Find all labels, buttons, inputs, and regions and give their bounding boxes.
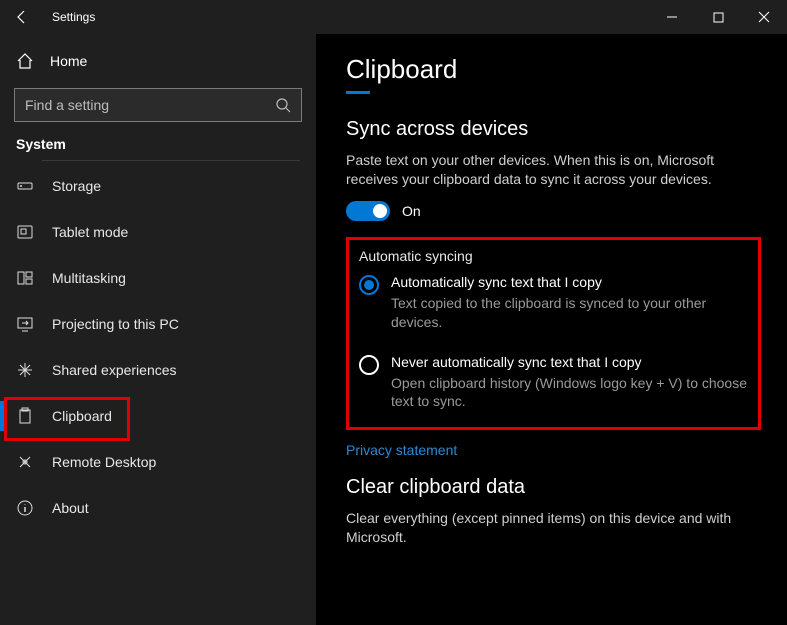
clear-heading: Clear clipboard data (346, 476, 761, 499)
window-title: Settings (44, 10, 95, 24)
sidebar-item-label: About (52, 500, 89, 516)
page-title: Clipboard (346, 54, 761, 85)
radio-label: Never automatically sync text that I cop… (391, 354, 748, 370)
radio-hint: Open clipboard history (Windows logo key… (391, 374, 748, 412)
sync-description: Paste text on your other devices. When t… (346, 151, 761, 189)
auto-sync-heading: Automatic syncing (359, 248, 748, 264)
sidebar-item-label: Clipboard (52, 408, 112, 424)
sidebar-section-label: System (0, 136, 316, 160)
radio-icon (359, 355, 379, 375)
sidebar-item-multitasking[interactable]: Multitasking (0, 255, 316, 301)
home-label: Home (50, 53, 87, 69)
title-underline (346, 91, 370, 94)
clipboard-icon (16, 407, 34, 425)
about-icon (16, 499, 34, 517)
annotation-highlight-autosync: Automatic syncing Automatically sync tex… (346, 237, 761, 431)
sidebar-item-clipboard[interactable]: Clipboard (0, 393, 316, 439)
search-input[interactable]: Find a setting (14, 88, 302, 122)
home-nav[interactable]: Home (0, 42, 316, 80)
clear-description: Clear everything (except pinned items) o… (346, 509, 761, 547)
sidebar-item-tablet-mode[interactable]: Tablet mode (0, 209, 316, 255)
radio-never-sync[interactable]: Never automatically sync text that I cop… (359, 354, 748, 412)
sync-toggle[interactable] (346, 201, 390, 221)
sidebar-item-projecting[interactable]: Projecting to this PC (0, 301, 316, 347)
back-button[interactable] (0, 0, 44, 34)
sidebar-item-label: Projecting to this PC (52, 316, 179, 332)
titlebar: Settings (0, 0, 787, 34)
sidebar-item-label: Shared experiences (52, 362, 177, 378)
sidebar-item-remote-desktop[interactable]: Remote Desktop (0, 439, 316, 485)
sidebar-item-storage[interactable]: Storage (0, 163, 316, 209)
multitask-icon (16, 269, 34, 287)
sidebar: Home Find a setting System Storage Table… (0, 34, 316, 625)
storage-icon (16, 177, 34, 195)
search-icon (275, 97, 291, 113)
remote-icon (16, 453, 34, 471)
sidebar-item-label: Remote Desktop (52, 454, 156, 470)
content-pane: Clipboard Sync across devices Paste text… (316, 34, 787, 625)
radio-hint: Text copied to the clipboard is synced t… (391, 294, 748, 332)
sidebar-item-label: Storage (52, 178, 101, 194)
shared-icon (16, 361, 34, 379)
sidebar-item-label: Tablet mode (52, 224, 128, 240)
maximize-button[interactable] (695, 0, 741, 34)
minimize-button[interactable] (649, 0, 695, 34)
radio-label: Automatically sync text that I copy (391, 274, 748, 290)
tablet-icon (16, 223, 34, 241)
close-button[interactable] (741, 0, 787, 34)
sync-toggle-state: On (402, 203, 421, 219)
sync-heading: Sync across devices (346, 118, 761, 141)
radio-icon (359, 275, 379, 295)
privacy-link[interactable]: Privacy statement (346, 442, 457, 458)
home-icon (16, 52, 34, 70)
sidebar-item-about[interactable]: About (0, 485, 316, 531)
sidebar-item-shared-experiences[interactable]: Shared experiences (0, 347, 316, 393)
search-placeholder: Find a setting (25, 97, 275, 113)
radio-auto-sync[interactable]: Automatically sync text that I copy Text… (359, 274, 748, 332)
projecting-icon (16, 315, 34, 333)
sidebar-nav-list: Storage Tablet mode Multitasking Project… (0, 160, 316, 625)
sidebar-item-label: Multitasking (52, 270, 126, 286)
